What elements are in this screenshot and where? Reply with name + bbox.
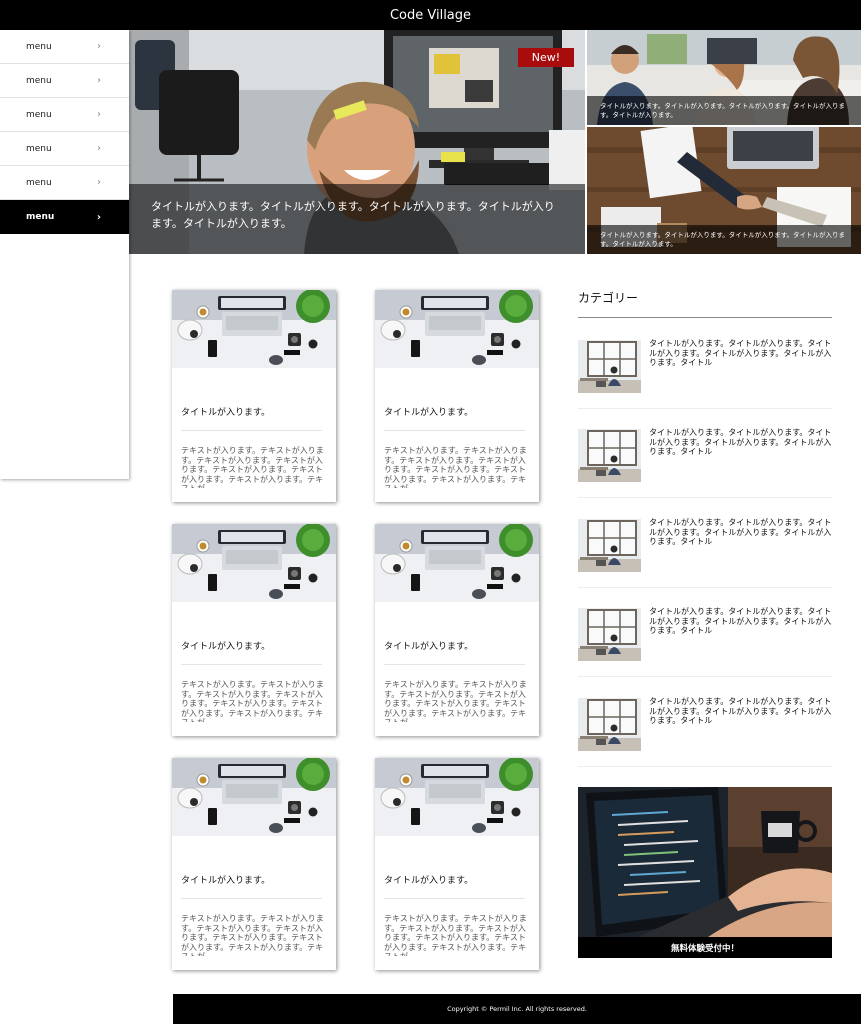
category-item-title: タイトルが入ります。タイトルが入ります。タイトルが入ります。タイトルが入ります。… (649, 428, 832, 456)
category-heading: カテゴリー (578, 291, 639, 305)
category-item-title: タイトルが入ります。タイトルが入ります。タイトルが入ります。タイトルが入ります。… (649, 518, 832, 546)
category-thumbnail (578, 429, 641, 482)
article-text: テキストが入ります。テキストが入ります。テキストが入ります。テキストが入ります。… (181, 446, 324, 488)
article-text: テキストが入ります。テキストが入ります。テキストが入ります。テキストが入ります。… (384, 680, 527, 722)
sidebar-item-3[interactable]: menu › (0, 98, 129, 132)
category-item[interactable]: タイトルが入ります。タイトルが入ります。タイトルが入ります。タイトルが入ります。… (578, 320, 832, 409)
article-title: タイトルが入ります。 (181, 642, 271, 652)
sidebar-item-label: menu (26, 177, 52, 188)
category-item-title: タイトルが入ります。タイトルが入ります。タイトルが入ります。タイトルが入ります。… (649, 339, 832, 367)
free-trial-banner[interactable]: 無料体験受付中！ (578, 787, 832, 958)
copyright-text: Copyright © Permil Inc. All rights reser… (447, 1005, 587, 1013)
article-thumbnail (375, 524, 539, 602)
article-title: タイトルが入ります。 (384, 876, 474, 886)
article-card[interactable]: タイトルが入ります。 テキストが入ります。テキストが入ります。テキストが入ります… (375, 758, 539, 970)
divider (384, 664, 525, 665)
article-title: タイトルが入ります。 (384, 642, 474, 652)
side-feature-caption: タイトルが入ります。タイトルが入ります。タイトルが入ります。タイトルが入ります。… (587, 225, 861, 254)
chevron-right-icon: › (97, 177, 101, 188)
article-card[interactable]: タイトルが入ります。 テキストが入ります。テキストが入ります。テキストが入ります… (172, 290, 336, 502)
article-card[interactable]: タイトルが入ります。 テキストが入ります。テキストが入ります。テキストが入ります… (375, 524, 539, 736)
article-title: タイトルが入ります。 (384, 408, 474, 418)
category-item[interactable]: タイトルが入ります。タイトルが入ります。タイトルが入ります。タイトルが入ります。… (578, 588, 832, 677)
article-card[interactable]: タイトルが入ります。 テキストが入ります。テキストが入ります。テキストが入ります… (375, 290, 539, 502)
category-item[interactable]: タイトルが入ります。タイトルが入ります。タイトルが入ります。タイトルが入ります。… (578, 499, 832, 588)
category-item[interactable]: タイトルが入ります。タイトルが入ります。タイトルが入ります。タイトルが入ります。… (578, 678, 832, 767)
article-title: タイトルが入ります。 (181, 876, 271, 886)
sidebar-item-1[interactable]: menu › (0, 30, 129, 64)
divider (181, 898, 322, 899)
hero-feature[interactable]: New! タイトルが入ります。タイトルが入ります。タイトルが入ります。タイトルが… (129, 30, 585, 254)
side-feature-meeting[interactable]: タイトルが入ります。タイトルが入ります。タイトルが入ります。タイトルが入ります。… (587, 30, 861, 125)
new-badge: New! (518, 48, 574, 67)
article-text: テキストが入ります。テキストが入ります。テキストが入ります。テキストが入ります。… (181, 680, 324, 722)
chevron-right-icon: › (96, 211, 101, 223)
article-thumbnail (172, 758, 336, 836)
chevron-right-icon: › (97, 109, 101, 120)
site-header: Code Village (0, 0, 861, 30)
article-text: テキストが入ります。テキストが入ります。テキストが入ります。テキストが入ります。… (384, 914, 527, 956)
article-thumbnail (375, 290, 539, 368)
sidebar-item-4[interactable]: menu › (0, 132, 129, 166)
sidebar-item-label: menu (26, 41, 52, 52)
article-thumbnail (375, 758, 539, 836)
chevron-right-icon: › (97, 143, 101, 154)
divider (384, 898, 525, 899)
site-footer: Copyright © Permil Inc. All rights reser… (173, 994, 861, 1024)
hero-caption: タイトルが入ります。タイトルが入ります。タイトルが入ります。タイトルが入ります。… (129, 184, 585, 254)
category-thumbnail (578, 608, 641, 661)
category-item[interactable]: タイトルが入ります。タイトルが入ります。タイトルが入ります。タイトルが入ります。… (578, 409, 832, 498)
side-feature-handshake[interactable]: タイトルが入ります。タイトルが入ります。タイトルが入ります。タイトルが入ります。… (587, 127, 861, 254)
divider (181, 430, 322, 431)
sidebar-menu: menu › menu › menu › menu › menu › menu › (0, 30, 129, 479)
sidebar-item-5[interactable]: menu › (0, 166, 129, 200)
category-thumbnail (578, 519, 641, 572)
category-item-title: タイトルが入ります。タイトルが入ります。タイトルが入ります。タイトルが入ります。… (649, 607, 832, 635)
article-text: テキストが入ります。テキストが入ります。テキストが入ります。テキストが入ります。… (181, 914, 324, 956)
chevron-right-icon: › (97, 75, 101, 86)
sidebar-item-label: menu (26, 109, 52, 120)
article-thumbnail (172, 290, 336, 368)
category-divider (578, 317, 832, 318)
category-thumbnail (578, 340, 641, 393)
sidebar-item-6-active[interactable]: menu › (0, 200, 129, 234)
banner-image (578, 787, 832, 958)
divider (384, 430, 525, 431)
category-item-title: タイトルが入ります。タイトルが入ります。タイトルが入ります。タイトルが入ります。… (649, 697, 832, 725)
category-thumbnail (578, 698, 641, 751)
divider (181, 664, 322, 665)
sidebar-item-label: menu (26, 75, 52, 86)
chevron-right-icon: › (97, 41, 101, 52)
article-card[interactable]: タイトルが入ります。 テキストが入ります。テキストが入ります。テキストが入ります… (172, 524, 336, 736)
sidebar-item-label: menu (26, 143, 52, 154)
article-card[interactable]: タイトルが入ります。 テキストが入ります。テキストが入ります。テキストが入ります… (172, 758, 336, 970)
article-title: タイトルが入ります。 (181, 408, 271, 418)
sidebar-item-2[interactable]: menu › (0, 64, 129, 98)
side-feature-caption: タイトルが入ります。タイトルが入ります。タイトルが入ります。タイトルが入ります。… (587, 96, 861, 125)
article-text: テキストが入ります。テキストが入ります。テキストが入ります。テキストが入ります。… (384, 446, 527, 488)
sidebar-item-label: menu (26, 212, 55, 222)
banner-caption: 無料体験受付中！ (578, 937, 832, 958)
site-title[interactable]: Code Village (390, 8, 471, 23)
article-thumbnail (172, 524, 336, 602)
